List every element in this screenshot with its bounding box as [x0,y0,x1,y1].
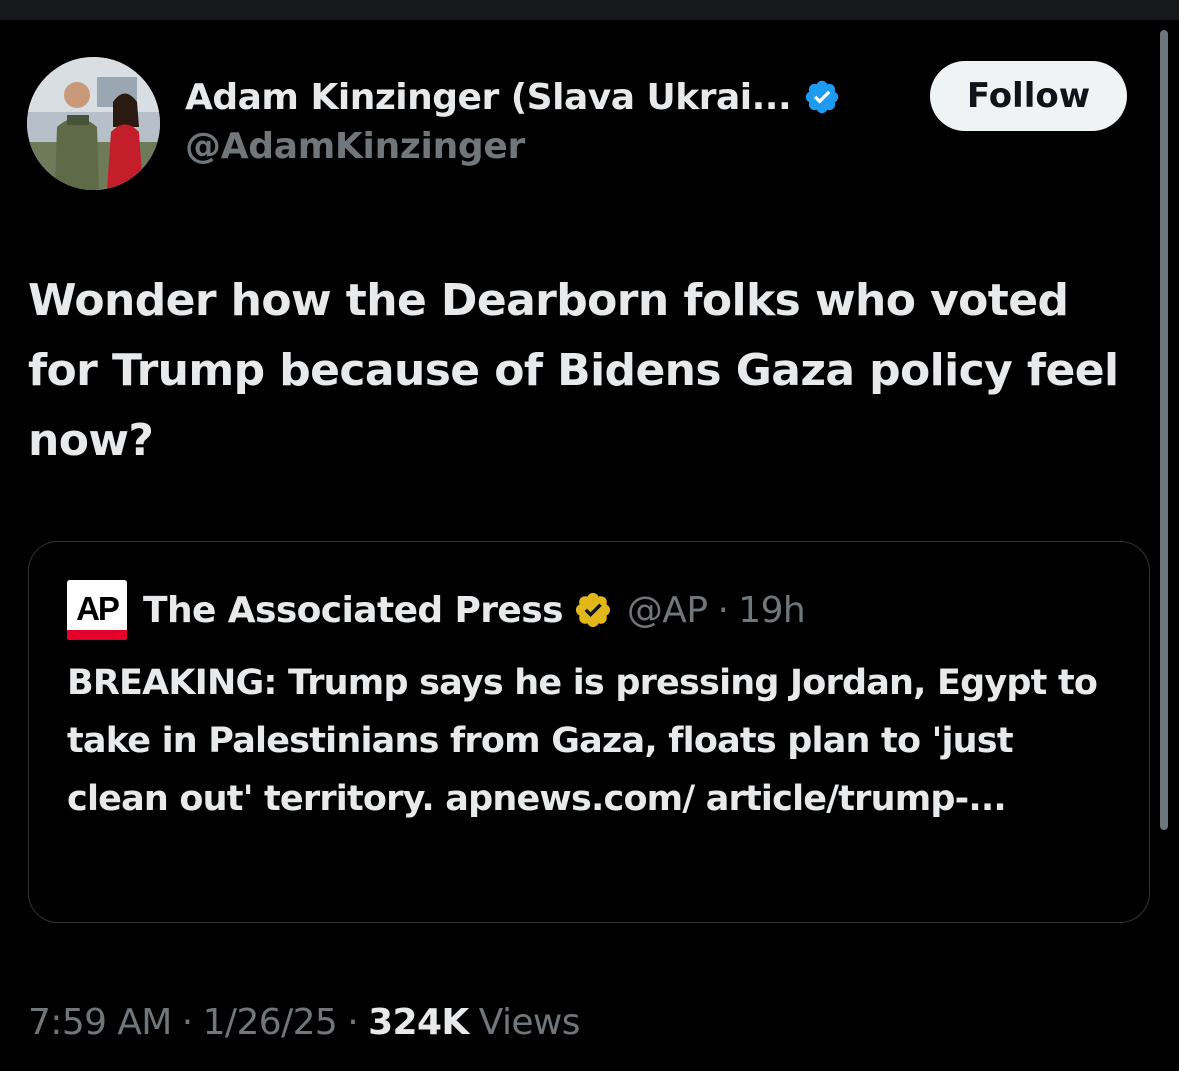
ap-logo-text: AP [76,590,119,627]
meta-separator-1: · [181,1001,193,1043]
quoted-tweet-header: AP The Associated Press @AP · 19h [67,579,806,641]
tweet-meta-row: 7:59 AM · 1/26/25 · 324K Views [28,995,581,1049]
quoted-author-name[interactable]: The Associated Press [143,590,564,631]
views-count[interactable]: 324K [368,1002,469,1043]
quoted-author-handle[interactable]: @AP [627,590,708,631]
ap-logo-icon[interactable]: AP [67,580,127,640]
author-display-name[interactable]: Adam Kinzinger (Slava Ukrai... [185,77,792,118]
author-name-row[interactable]: Adam Kinzinger (Slava Ukrai... [185,72,841,122]
top-status-bar [0,0,1179,20]
verified-gold-badge-icon[interactable] [573,590,613,630]
tweet-date[interactable]: 1/26/25 [203,1002,338,1043]
author-avatar[interactable] [27,57,160,190]
views-label[interactable]: Views [479,1002,581,1043]
quoted-tweet-card[interactable]: AP The Associated Press @AP · 19h BREAKI… [28,541,1150,923]
tweet-text: Wonder how the Dearborn folks who voted … [28,275,1119,466]
follow-button[interactable]: Follow [930,61,1127,131]
quoted-timestamp[interactable]: 19h [738,590,805,631]
quoted-tweet-text: BREAKING: Trump says he is pressing Jord… [67,663,1098,819]
author-handle[interactable]: @AdamKinzinger [185,126,525,167]
meta-separator-2: · [347,1001,359,1043]
tweet-time[interactable]: 7:59 AM [28,1002,172,1043]
scrollbar[interactable] [1160,30,1168,830]
quoted-separator: · [717,589,729,631]
avatar-photo [27,57,160,190]
verified-badge-icon[interactable] [803,78,841,116]
